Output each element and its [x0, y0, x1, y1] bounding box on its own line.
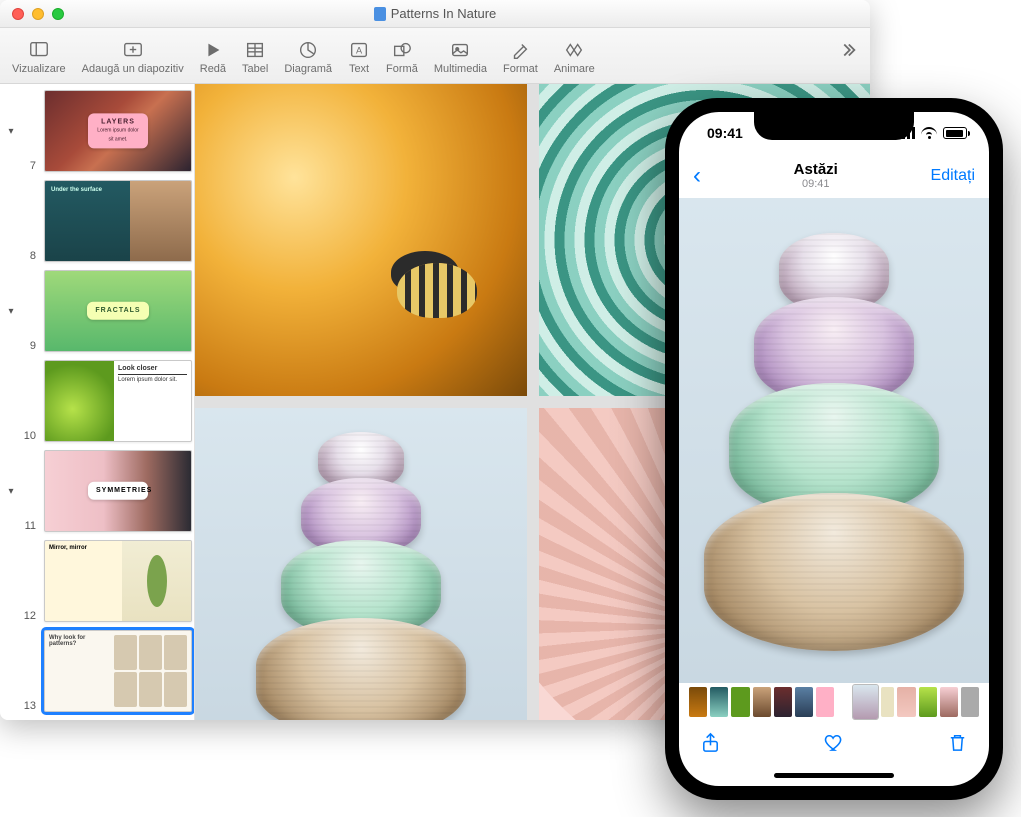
status-time: 09:41 — [707, 125, 743, 141]
toolbar-media-label: Multimedia — [434, 63, 487, 75]
slide-number: 9 — [22, 340, 36, 352]
toolbar-shape-button[interactable]: Formă — [378, 35, 426, 77]
svg-text:A: A — [356, 45, 363, 55]
scrubber-thumb[interactable] — [774, 687, 792, 717]
scrubber-thumb-current[interactable] — [853, 685, 878, 719]
toolbar-add-slide-button[interactable]: Adaugă un diapozitiv — [74, 35, 192, 77]
slide-thumbnail[interactable]: Mirror, mirror — [44, 540, 192, 622]
keynote-toolbar: Vizualizare Adaugă un diapozitiv Redă Ta… — [0, 28, 870, 84]
favorite-heart-icon[interactable] — [823, 731, 846, 759]
scrubber-thumb[interactable] — [689, 687, 707, 717]
back-button[interactable]: ‹ — [693, 162, 701, 190]
toolbar-text-button[interactable]: A Text — [340, 35, 378, 77]
home-indicator[interactable] — [774, 773, 894, 778]
slide-thumb-11[interactable]: ▾ 11 SYMMETRIES — [6, 450, 194, 532]
slide-thumbnail[interactable]: FRACTALS — [44, 270, 192, 352]
toolbar-view-button[interactable]: Vizualizare — [4, 35, 74, 77]
toolbar-table-label: Tabel — [242, 63, 268, 75]
slide-thumb-7[interactable]: ▾ 7 LAYERSLorem ipsum dolor sit amet. — [6, 90, 194, 172]
iphone-screen: 09:41 ‹ Astăzi 09:41 Editați — [679, 112, 989, 786]
scrubber-thumb[interactable] — [940, 687, 958, 717]
canvas-image-urchins[interactable] — [195, 408, 527, 720]
toolbar-chart-label: Diagramă — [284, 63, 332, 75]
slide-number: 7 — [22, 160, 36, 172]
iphone-device: 09:41 ‹ Astăzi 09:41 Editați — [665, 98, 1003, 800]
canvas-image-honeycomb[interactable] — [195, 84, 527, 396]
scrubber-thumb[interactable] — [795, 687, 813, 717]
battery-icon — [943, 127, 967, 139]
toolbar-chart-button[interactable]: Diagramă — [276, 35, 340, 77]
toolbar-add-slide-label: Adaugă un diapozitiv — [82, 63, 184, 75]
slide-thumbnail[interactable]: Under the surface — [44, 180, 192, 262]
toolbar-play-label: Redă — [200, 63, 226, 75]
trash-icon[interactable] — [946, 731, 969, 759]
edit-button[interactable]: Editați — [931, 167, 975, 185]
slide-thumbnail[interactable]: Look closerLorem ipsum dolor sit. — [44, 360, 192, 442]
nav-title-main: Astăzi — [794, 161, 838, 178]
scrubber-thumb[interactable] — [961, 687, 979, 717]
toolbar-media-button[interactable]: Multimedia — [426, 35, 495, 77]
toolbar-overflow-button[interactable] — [828, 35, 866, 77]
photo-scrubber[interactable] — [679, 683, 989, 721]
nav-title: Astăzi 09:41 — [794, 161, 838, 191]
toolbar-table-button[interactable]: Tabel — [234, 35, 276, 77]
toolbar-animate-label: Animare — [554, 63, 595, 75]
toolbar-format-label: Format — [503, 63, 538, 75]
slide-number: 11 — [22, 520, 36, 532]
toolbar-shape-label: Formă — [386, 63, 418, 75]
slide-number: 13 — [22, 700, 36, 712]
photos-toolbar — [679, 721, 989, 769]
disclosure-toggle-icon[interactable]: ▾ — [6, 306, 16, 317]
wifi-icon — [921, 127, 937, 139]
slide-thumb-13[interactable]: 13 Why look for patterns? — [6, 630, 194, 712]
slide-thumb-8[interactable]: 8 Under the surface — [6, 180, 194, 262]
scrubber-thumb[interactable] — [816, 687, 834, 717]
urchin-stack-illustration — [251, 432, 471, 712]
scrubber-thumb[interactable] — [753, 687, 771, 717]
toolbar-play-button[interactable]: Redă — [192, 35, 234, 77]
disclosure-toggle-icon[interactable]: ▾ — [6, 126, 16, 137]
window-titlebar: Patterns In Nature — [0, 0, 870, 28]
toolbar-view-label: Vizualizare — [12, 63, 66, 75]
scrubber-thumb[interactable] — [710, 687, 728, 717]
slide-thumbnail[interactable]: LAYERSLorem ipsum dolor sit amet. — [44, 90, 192, 172]
window-title-text: Patterns In Nature — [391, 6, 497, 21]
slide-thumb-9[interactable]: ▾ 9 FRACTALS — [6, 270, 194, 352]
disclosure-toggle-icon[interactable]: ▾ — [6, 486, 16, 497]
nav-title-sub: 09:41 — [794, 178, 838, 191]
toolbar-text-label: Text — [349, 63, 369, 75]
photo-urchins — [704, 233, 964, 673]
toolbar-animate-button[interactable]: Animare — [546, 35, 603, 77]
document-icon — [374, 7, 386, 21]
slide-number: 8 — [22, 250, 36, 262]
slide-thumb-10[interactable]: 10 Look closerLorem ipsum dolor sit. — [6, 360, 194, 442]
slide-thumbnail-selected[interactable]: Why look for patterns? — [44, 630, 192, 712]
slide-navigator[interactable]: ▾ 7 LAYERSLorem ipsum dolor sit amet. 8 … — [0, 84, 195, 720]
scrubber-thumb[interactable] — [919, 687, 937, 717]
scrubber-thumb[interactable] — [731, 687, 749, 717]
slide-thumb-12[interactable]: 12 Mirror, mirror — [6, 540, 194, 622]
slide-number: 10 — [22, 430, 36, 442]
iphone-notch — [754, 112, 914, 140]
slide-number: 12 — [22, 610, 36, 622]
toolbar-format-button[interactable]: Format — [495, 35, 546, 77]
photo-viewer[interactable] — [679, 198, 989, 683]
photos-nav-bar: ‹ Astăzi 09:41 Editați — [679, 154, 989, 198]
slide-thumbnail[interactable]: SYMMETRIES — [44, 450, 192, 532]
scrubber-thumb[interactable] — [897, 687, 915, 717]
share-icon[interactable] — [699, 731, 722, 759]
window-title: Patterns In Nature — [0, 6, 870, 21]
